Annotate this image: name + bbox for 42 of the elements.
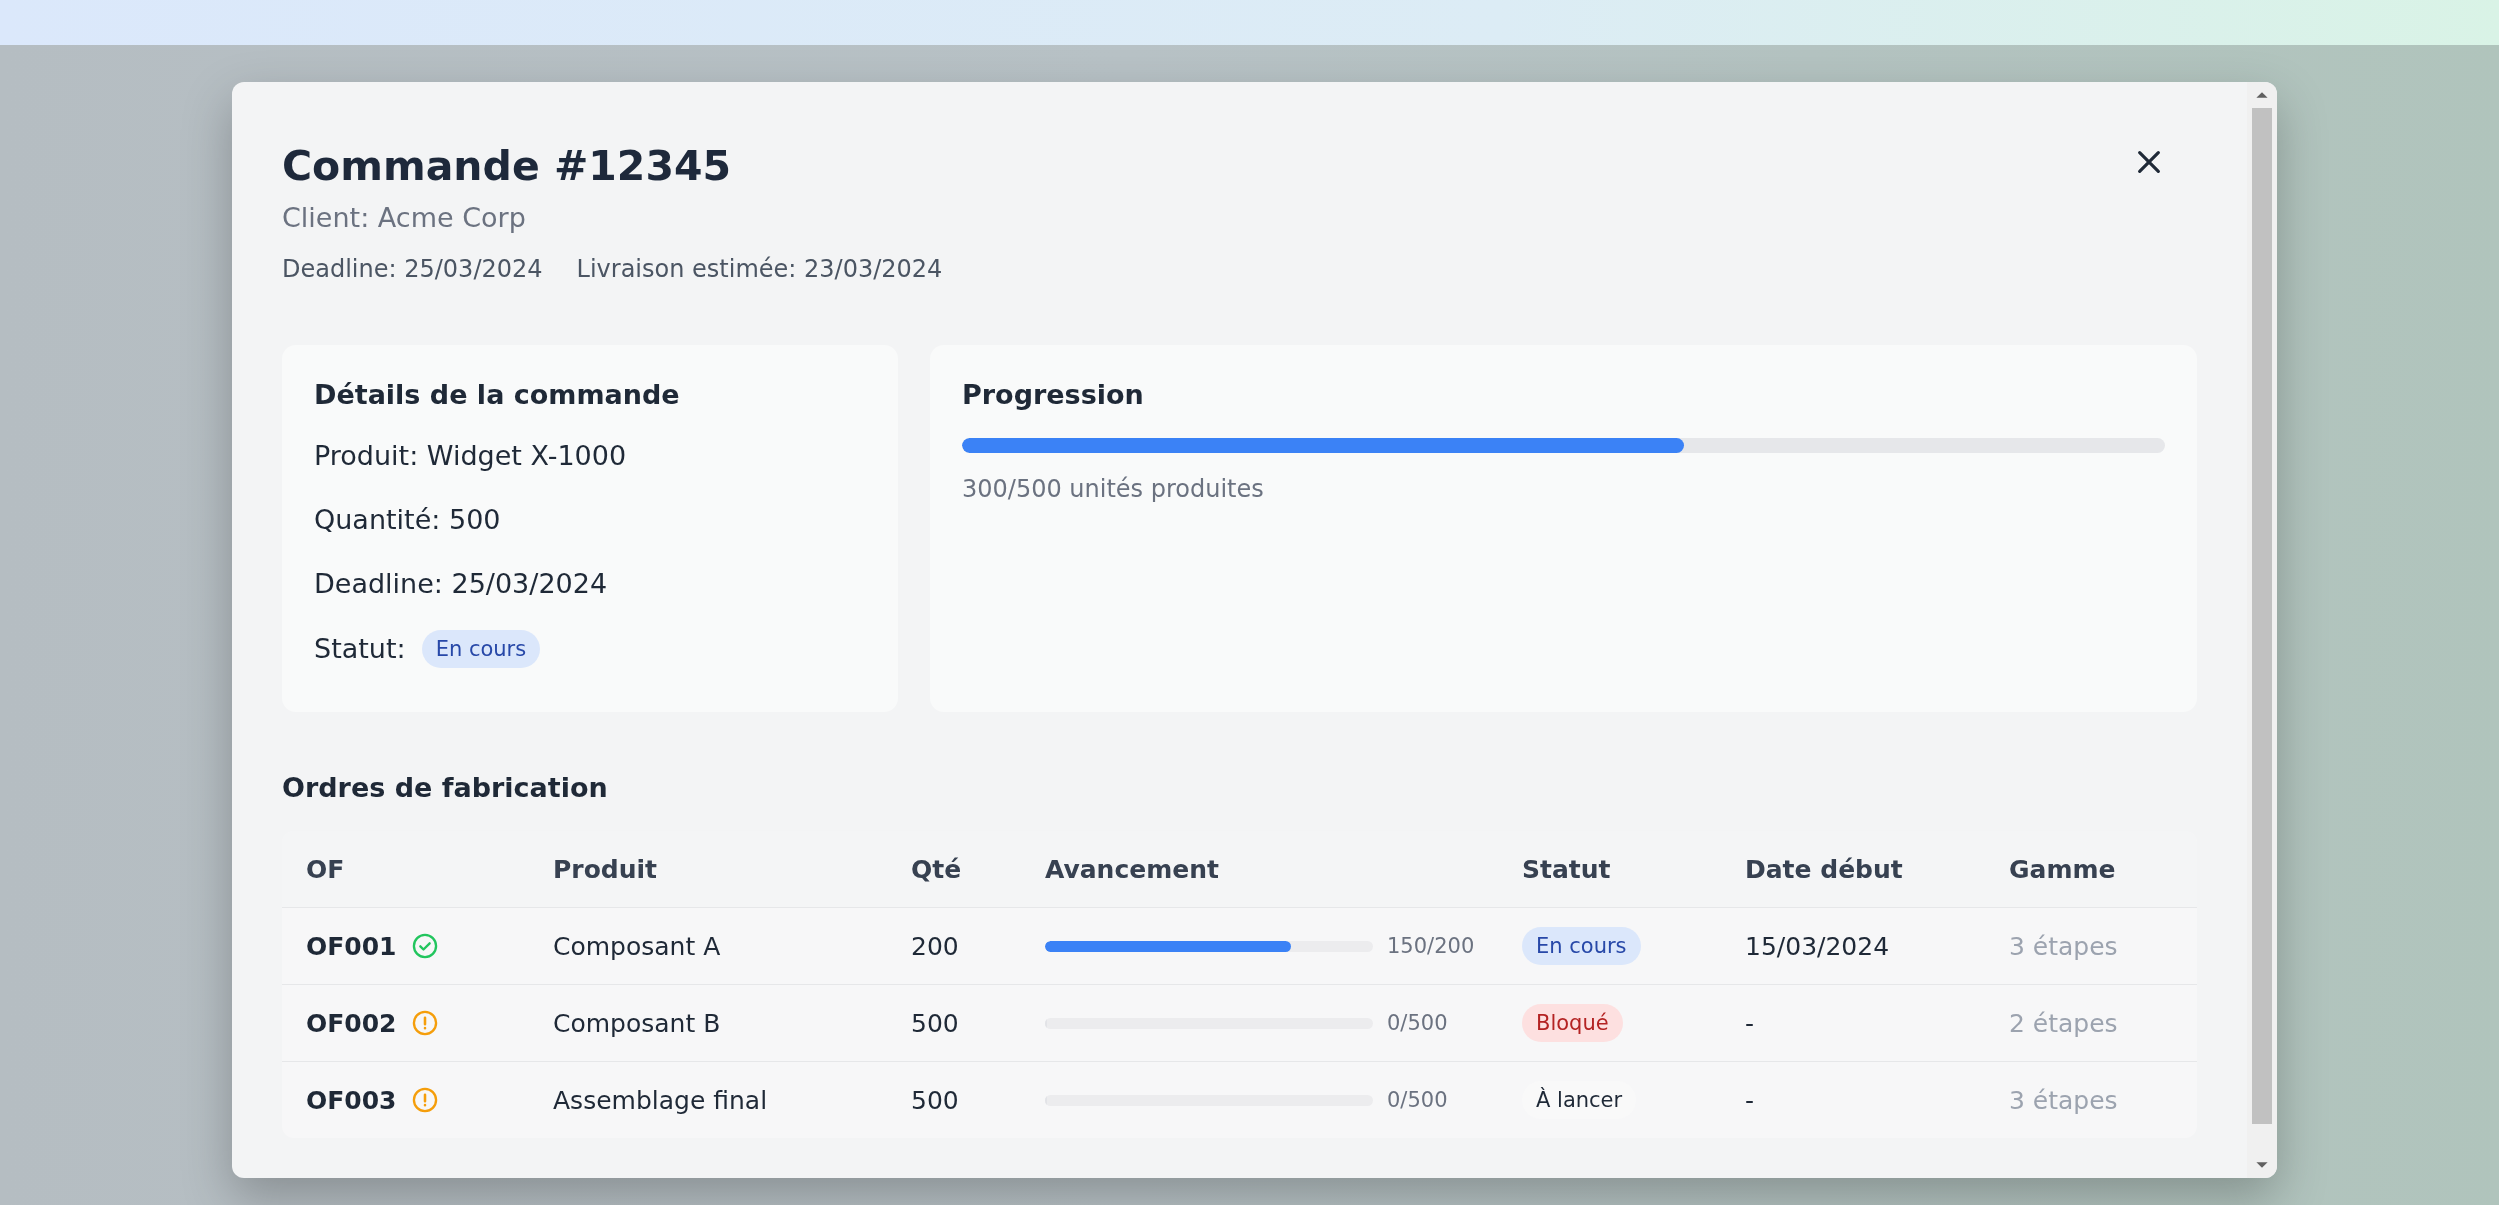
scroll-thumb[interactable] [2252,108,2272,1124]
status-badge: En cours [1522,927,1641,965]
table-cell-text: 500 [910,1085,960,1115]
detail-line: Produit: Widget X-1000 [314,439,628,473]
column-header: OF [305,854,346,884]
column-header: Produit [552,854,659,884]
progress-reading: 150/200 [1387,934,1475,958]
estimated-delivery-text: Livraison estimée: 23/03/2024 [576,255,943,283]
table-cell-text: - [1744,1085,1756,1115]
order-id: OF001 [306,931,397,961]
table-cell-text: 200 [910,931,960,961]
status-label: Statut: [314,632,406,666]
card-title: Progression [962,379,1145,410]
column-header: Statut [1521,854,1612,884]
table-cell-text: 15/03/2024 [1744,931,1891,961]
deadline-text: Deadline: 25/03/2024 [282,255,543,283]
column-header: Avancement [1044,854,1220,884]
order-id: OF002 [306,1008,397,1038]
table-cell-text: 3 étapes [2008,1085,2119,1115]
detail-line: Deadline: 25/03/2024 [314,567,609,601]
client-name: Client: Acme Corp [282,202,527,233]
table-cell-text: Composant A [552,931,722,961]
order-id: OF003 [306,1085,397,1115]
progress-caption: 300/500 unités produites [962,475,1265,503]
column-header: Qté [910,854,963,884]
table-cell-text: Composant B [552,1008,722,1038]
card-title: Détails de la commande [314,379,681,410]
status-badge: En cours [421,630,541,668]
column-header: Date début [1744,854,1904,884]
progress-reading: 0/500 [1387,1088,1448,1112]
section-title: Ordres de fabrication [282,772,609,803]
progress-reading: 0/500 [1387,1011,1448,1035]
scrollbar[interactable] [2247,82,2277,1178]
table-cell-text: Assemblage final [552,1085,769,1115]
table-cell-text: 3 étapes [2008,931,2119,961]
dialog-title: Commande #12345 [282,141,732,192]
status-badge: Bloqué [1522,1004,1623,1042]
table-cell-text: - [1744,1008,1756,1038]
detail-line: Quantité: 500 [314,503,502,537]
column-header: Gamme [2008,854,2117,884]
table-cell-text: 500 [910,1008,960,1038]
table-cell-text: 2 étapes [2008,1008,2119,1038]
